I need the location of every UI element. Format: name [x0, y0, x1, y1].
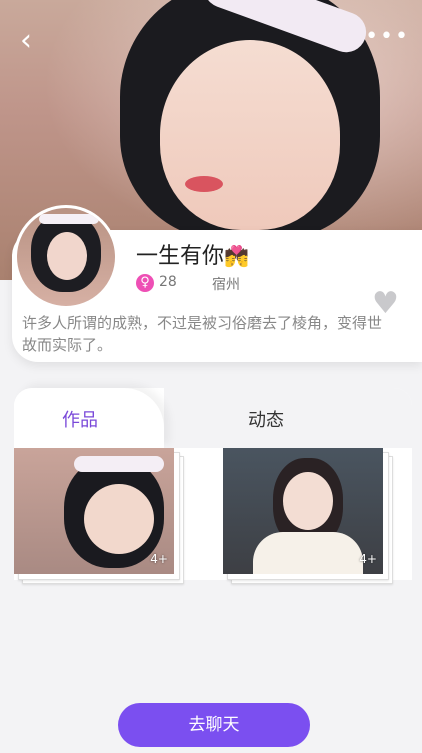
couple-emoji-icon: 💏 — [224, 244, 249, 268]
profile-name-text: 一生有你 — [136, 244, 225, 269]
avatar[interactable] — [14, 205, 118, 309]
work-album-1[interactable]: 4+ — [14, 448, 184, 584]
tab-moments[interactable]: 动态 — [248, 406, 284, 432]
profile-name: 一生有你💏 — [136, 238, 249, 270]
chat-button[interactable]: 去聊天 — [118, 703, 310, 747]
female-icon: ♀ — [136, 274, 154, 292]
profile-city: 宿州 — [212, 277, 240, 293]
photo-count-badge: 4+ — [359, 552, 377, 566]
profile-bio: 许多人所谓的成熟，不过是被习俗磨去了棱角，变得世故而实际了。 — [22, 314, 383, 354]
profile-age: 28 — [159, 274, 177, 290]
more-icon[interactable]: ••• — [365, 26, 410, 48]
back-icon[interactable]: ‹ — [20, 26, 32, 56]
work-album-2[interactable]: 4+ — [223, 448, 393, 584]
tab-moments-bg — [164, 388, 412, 448]
photo-count-badge: 4+ — [150, 552, 168, 566]
tab-works[interactable]: 作品 — [62, 406, 98, 432]
